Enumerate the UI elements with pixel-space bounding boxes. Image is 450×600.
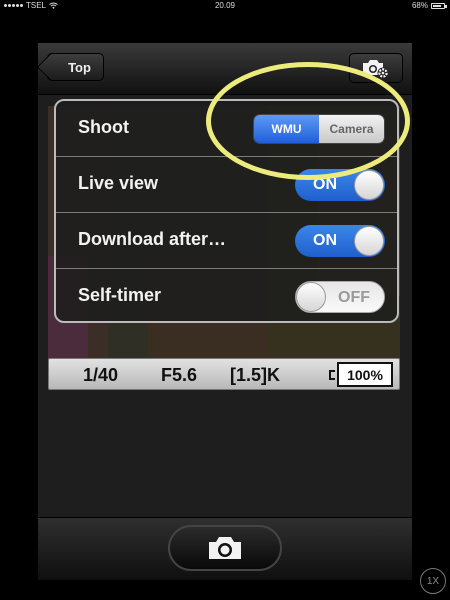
camera-settings-icon	[363, 60, 389, 79]
live-view-toggle[interactable]: ON	[295, 169, 385, 201]
download-after-toggle-state: ON	[313, 232, 337, 249]
wmu-segment[interactable]: WMU	[254, 115, 319, 143]
live-view-row: Live view ON	[56, 157, 397, 213]
screen: TSEL 20.09 68% Top Shoot WMU Camera Live…	[0, 0, 450, 600]
download-after-row: Download after… ON	[56, 213, 397, 269]
back-button-label: Top	[68, 59, 91, 75]
bottom-toolbar	[38, 517, 412, 580]
toggle-knob	[354, 170, 384, 200]
battery-percent: 68%	[411, 1, 428, 10]
shutter-button[interactable]	[168, 525, 282, 571]
aperture-value: F5.6	[161, 365, 198, 385]
status-right: 68%	[411, 1, 447, 10]
nav-bar: Top	[38, 43, 412, 95]
status-time: 20.09	[214, 1, 236, 10]
battery-level-icon	[329, 370, 335, 380]
camera-icon	[209, 537, 241, 559]
shoot-label: Shoot	[78, 117, 129, 137]
status-bar: TSEL 20.09 68%	[0, 0, 450, 13]
zoom-badge[interactable]: 1X	[420, 568, 446, 594]
white-balance-value: [1.5]K	[230, 365, 281, 385]
camera-battery-indicator: 100%	[337, 362, 393, 387]
back-button[interactable]: Top	[47, 53, 104, 81]
download-after-toggle[interactable]: ON	[295, 225, 385, 257]
live-view-label: Live view	[78, 173, 159, 193]
shoot-row: Shoot WMU Camera	[56, 101, 397, 157]
toggle-knob	[354, 226, 384, 256]
self-timer-row: Self-timer OFF	[56, 269, 397, 321]
camera-settings-button[interactable]	[349, 53, 403, 83]
camera-battery-level: 100%	[347, 366, 383, 383]
live-view-toggle-state: ON	[313, 176, 337, 193]
exposure-info-bar: 1/40 F5.6 [1.5]K 100%	[48, 358, 400, 390]
self-timer-toggle-state: OFF	[338, 289, 370, 306]
download-after-label: Download after…	[78, 229, 227, 249]
shoot-mode-segmented-control[interactable]: WMU Camera	[253, 114, 385, 144]
self-timer-toggle[interactable]: OFF	[295, 281, 385, 313]
battery-icon	[431, 2, 447, 9]
toggle-knob	[296, 282, 326, 312]
self-timer-label: Self-timer	[78, 285, 162, 305]
camera-app: Top Shoot WMU Camera Live view ON Downlo…	[38, 43, 412, 580]
shoot-settings-popup: Shoot WMU Camera Live view ON Download a…	[54, 99, 399, 323]
shutter-speed: 1/40	[83, 365, 119, 385]
camera-segment[interactable]: Camera	[319, 115, 384, 143]
